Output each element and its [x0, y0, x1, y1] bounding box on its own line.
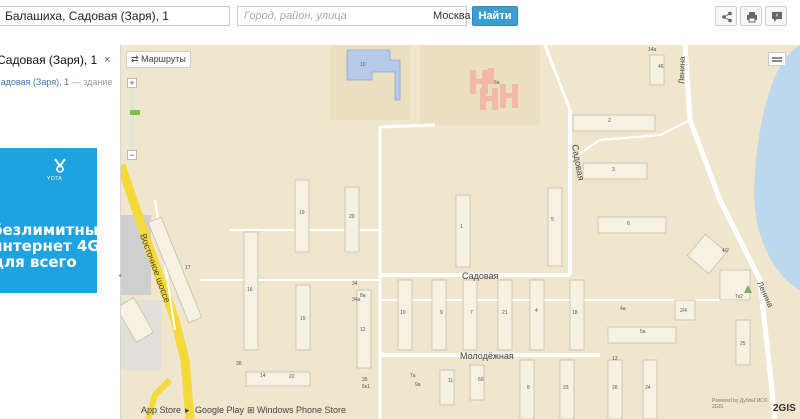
- yota-logo-icon: [54, 158, 66, 173]
- svg-text:19: 19: [299, 210, 305, 216]
- ad-line-3: для всего: [0, 253, 77, 271]
- panel-title: Садовая (Заря), 1: [0, 53, 98, 67]
- sub-street-link[interactable]: Садовая (Заря),: [0, 77, 62, 87]
- street-lenina-top: Ленина: [677, 56, 687, 84]
- svg-text:1: 1: [460, 224, 463, 230]
- ad-logo: YOTA: [47, 176, 63, 182]
- routes-icon: ⇄: [131, 54, 139, 64]
- svg-text:26: 26: [612, 385, 618, 391]
- street-molodezhnaya: Молодёжная: [460, 351, 514, 361]
- print-button[interactable]: [740, 6, 762, 26]
- svg-text:17: 17: [185, 265, 191, 271]
- svg-text:13: 13: [612, 356, 618, 362]
- svg-text:18: 18: [572, 310, 578, 316]
- svg-text:7к2: 7к2: [735, 294, 743, 300]
- svg-text:2/4: 2/4: [680, 308, 687, 314]
- svg-text:22: 22: [289, 374, 295, 380]
- share-button[interactable]: [715, 6, 737, 26]
- svg-text:6: 6: [627, 221, 630, 227]
- svg-text:34: 34: [352, 281, 358, 287]
- svg-text:9: 9: [440, 310, 443, 316]
- share-icon: [722, 11, 732, 23]
- svg-text:8а: 8а: [360, 293, 366, 299]
- 2gis-logo: 2GIS: [773, 403, 796, 414]
- zoom-thumb[interactable]: [130, 110, 140, 115]
- street-sadovaya-h: Садовая: [462, 271, 499, 281]
- city-label[interactable]: Москва: [433, 10, 471, 22]
- svg-text:34а: 34а: [352, 297, 361, 303]
- svg-text:14: 14: [260, 373, 266, 379]
- svg-text:36: 36: [236, 361, 242, 367]
- routes-button[interactable]: ⇄ Маршруты: [126, 51, 191, 68]
- svg-text:6б: 6б: [478, 377, 484, 383]
- svg-text:15: 15: [300, 316, 306, 322]
- windows-icon: ⊞: [247, 405, 255, 415]
- ad-banner[interactable]: YOTA безлимитный интернет 4G для всего: [0, 148, 97, 293]
- layers-button[interactable]: [768, 52, 786, 66]
- svg-text:8: 8: [527, 385, 530, 391]
- feedback-icon: [772, 12, 782, 22]
- svg-text:7а: 7а: [410, 373, 416, 379]
- zoom-slider[interactable]: [130, 90, 140, 150]
- close-icon[interactable]: ×: [104, 54, 110, 66]
- svg-text:46: 46: [658, 64, 664, 70]
- sub-meta: — здание: [71, 77, 113, 87]
- address-search-input[interactable]: Балашиха, Садовая (Заря), 1: [0, 6, 230, 26]
- svg-text:2: 2: [608, 118, 611, 124]
- map-canvas[interactable]: Садовая Садовая Молодёжная Восточное шос…: [121, 45, 800, 419]
- svg-text:10: 10: [360, 62, 366, 68]
- sub-number-link[interactable]: 1: [64, 77, 69, 87]
- svg-text:10: 10: [400, 310, 406, 316]
- svg-text:5а: 5а: [640, 329, 646, 335]
- map-attribution: Powered by ДубльГИС© 2GIS: [712, 398, 768, 410]
- panel-subtitle: Садовая (Заря), 1 — здание: [0, 77, 112, 87]
- street-lenina-bottom: Ленина: [755, 280, 775, 309]
- play-icon: ▸: [185, 405, 190, 415]
- windows-phone-link[interactable]: Windows Phone Store: [257, 405, 346, 415]
- zoom-control: + −: [127, 78, 140, 162]
- svg-text:3: 3: [612, 167, 615, 173]
- svg-text:6к1: 6к1: [362, 384, 370, 390]
- svg-text:35: 35: [362, 377, 368, 383]
- svg-text:16: 16: [247, 287, 253, 293]
- print-icon: [747, 12, 757, 23]
- lake: [754, 45, 800, 290]
- hospital-area: [420, 45, 540, 125]
- routes-label: Маршруты: [141, 54, 186, 64]
- svg-text:23: 23: [563, 385, 569, 391]
- app-store-link[interactable]: App Store: [141, 405, 181, 415]
- svg-text:9а: 9а: [415, 382, 421, 388]
- layers-icon: [772, 57, 782, 62]
- map-svg: Садовая Садовая Молодёжная Восточное шос…: [121, 45, 800, 419]
- find-button[interactable]: Найти: [472, 6, 518, 26]
- google-play-link[interactable]: Google Play: [195, 405, 244, 415]
- svg-text:4/2: 4/2: [722, 248, 729, 254]
- svg-text:25: 25: [740, 341, 746, 347]
- svg-text:5: 5: [551, 217, 554, 223]
- svg-text:4: 4: [535, 308, 538, 314]
- svg-text:24: 24: [645, 385, 651, 391]
- result-panel: Садовая (Заря), 1 × Садовая (Заря), 1 — …: [0, 45, 123, 419]
- app-store-links: App Store ▸ Google Play ⊞ Windows Phone …: [121, 403, 451, 419]
- svg-text:14а: 14а: [648, 47, 657, 53]
- feedback-button[interactable]: [765, 6, 787, 26]
- svg-text:7: 7: [470, 310, 473, 316]
- svg-text:21: 21: [502, 310, 508, 316]
- svg-text:12: 12: [360, 327, 366, 333]
- street-sadovaya-v: Садовая: [570, 144, 586, 182]
- zoom-out-icon[interactable]: −: [127, 150, 137, 160]
- zoom-in-icon[interactable]: +: [127, 78, 137, 88]
- top-search-bar: Балашиха, Садовая (Заря), 1 Город, район…: [0, 0, 800, 33]
- svg-text:20: 20: [349, 214, 355, 220]
- svg-text:4а: 4а: [620, 306, 626, 312]
- svg-text:11: 11: [448, 378, 453, 384]
- svg-text:6а: 6а: [494, 80, 500, 86]
